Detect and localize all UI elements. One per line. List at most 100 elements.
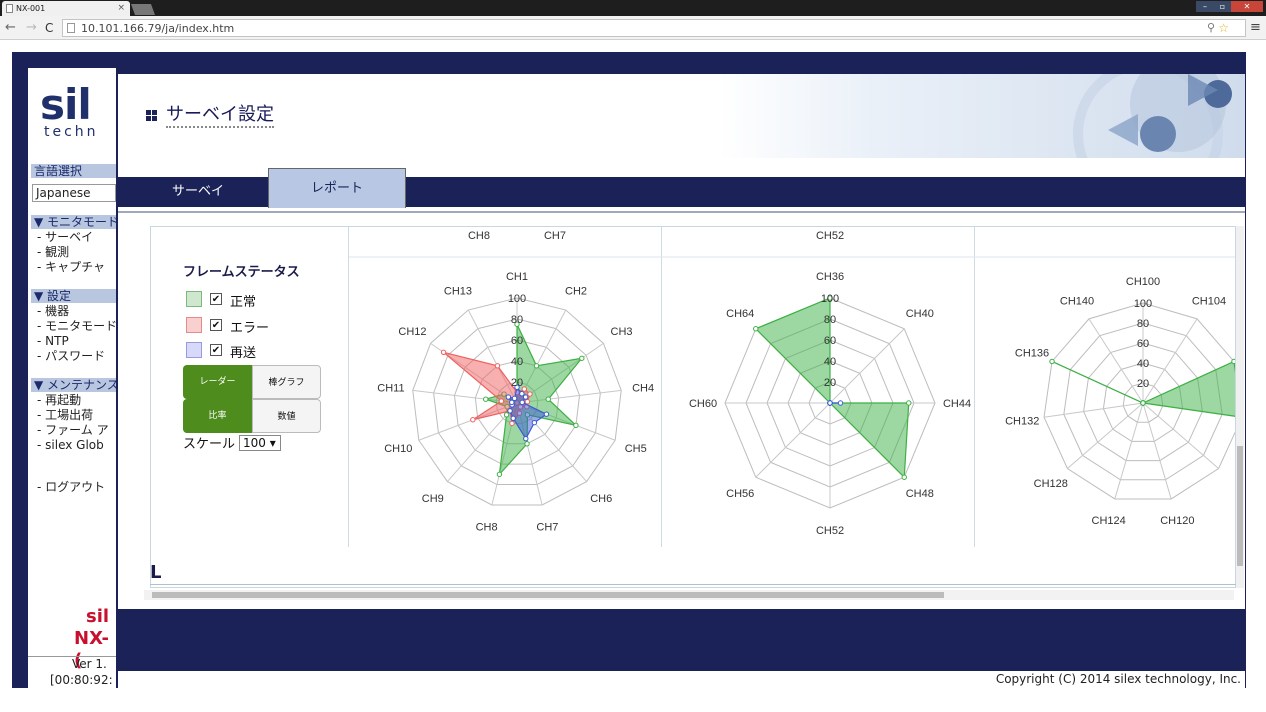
browser-tab[interactable]: NX-001 ×	[2, 1, 130, 16]
sidebar-item-monitor-mode[interactable]: - モニタモード	[37, 319, 116, 333]
data-point	[543, 411, 550, 417]
category-label: CH104	[1192, 295, 1226, 307]
minimize-button[interactable]: –	[1196, 1, 1214, 12]
close-window-button[interactable]: ✕	[1231, 1, 1263, 12]
scale-select[interactable]: 100 ▾	[239, 435, 281, 451]
data-point	[827, 400, 833, 406]
data-point	[522, 394, 529, 400]
radial-tick-label: 100	[821, 293, 839, 305]
bar-graph-button[interactable]: 棒グラフ	[252, 365, 321, 399]
banner-decoration	[1073, 74, 1232, 158]
data-point	[509, 399, 515, 406]
category-label: CH3	[611, 326, 633, 338]
tab-survey[interactable]: サーベイ	[138, 177, 258, 207]
new-tab-button[interactable]	[130, 4, 156, 15]
vertical-scrollbar[interactable]	[1236, 226, 1244, 588]
sidebar-item-reboot[interactable]: - 再起動	[37, 393, 81, 407]
sidebar-item-survey[interactable]: - サーベイ	[37, 230, 93, 244]
settings-heading[interactable]: ▼ 設定	[31, 289, 116, 303]
sidebar-item-factory-reset[interactable]: - 工場出荷	[37, 408, 93, 422]
radar-chart-24ghz: 20 40 60 80 100 CH1 CH2 CH3 CH4 CH5 CH6 CH7 CH8 CH9 CH…	[349, 230, 662, 533]
sidebar-item-observe[interactable]: - 観測	[37, 245, 69, 259]
category-label: CH136	[1015, 347, 1049, 359]
data-point	[573, 422, 579, 429]
data-point	[505, 394, 512, 400]
horizontal-scrollbar[interactable]	[144, 590, 1234, 600]
data-point	[1140, 400, 1146, 406]
category-label: CH11	[377, 383, 404, 395]
browser-titlebar: NX-001 × – ▫ ✕	[0, 0, 1266, 16]
radial-tick-label: 20	[1137, 378, 1149, 390]
data-point	[1049, 358, 1055, 365]
numeric-button[interactable]: 数値	[252, 399, 321, 433]
page-icon	[67, 23, 75, 33]
data-point	[753, 326, 759, 332]
radar-panel-3: 20406080100CH100CH104ClCH120CH124CH128CH…	[975, 227, 1235, 547]
data-point	[524, 399, 531, 405]
page-icon	[6, 4, 13, 13]
radial-tick-label: 100	[1134, 298, 1152, 310]
sidebar-item-logout[interactable]: - ログアウト	[37, 480, 105, 494]
legend-label-retry: 再送	[230, 346, 257, 361]
ratio-button[interactable]: 比率	[183, 399, 252, 433]
radial-tick-label: 60	[824, 335, 836, 347]
prev-row-label: CH7	[544, 230, 566, 242]
grid-icon	[146, 110, 158, 122]
horizontal-scroll-thumb[interactable]	[152, 592, 944, 598]
maintenance-heading[interactable]: ▼ メンテナンス	[31, 378, 116, 392]
back-icon[interactable]: ←	[5, 20, 16, 35]
retry-checkbox[interactable]: ✔	[210, 344, 222, 356]
data-point	[510, 415, 516, 421]
data-point	[509, 420, 515, 427]
reload-icon[interactable]: C	[45, 21, 53, 35]
view-toggle: レーダー 棒グラフ	[183, 365, 321, 399]
data-point	[901, 474, 907, 480]
normal-checkbox[interactable]: ✔	[210, 293, 222, 305]
url-text: 10.101.166.79/ja/index.htm	[81, 22, 235, 35]
category-label: CH8	[476, 521, 498, 533]
silex-logo: sil	[40, 80, 92, 129]
category-label: CH140	[1060, 295, 1094, 307]
vertical-scroll-thumb[interactable]	[1237, 446, 1243, 566]
menu-icon[interactable]: ≡	[1250, 20, 1261, 35]
grid-spoke	[1114, 402, 1144, 500]
data-point	[523, 435, 529, 442]
sidebar-item-capture[interactable]: - キャプチャ	[37, 260, 105, 274]
category-label: CH60	[689, 398, 717, 410]
monitor-mode-heading[interactable]: ▼ モニタモード	[31, 215, 116, 229]
data-point	[494, 363, 501, 369]
radial-tick-label: 100	[508, 293, 526, 305]
grid-spoke	[1142, 402, 1172, 500]
data-point	[906, 400, 912, 406]
sidebar-item-device[interactable]: - 機器	[37, 304, 69, 318]
page-title: サーベイ設定	[166, 104, 274, 128]
forward-icon[interactable]: →	[26, 20, 37, 35]
prev-row-label: CH124	[1088, 227, 1122, 230]
url-input[interactable]: 10.101.166.79/ja/index.htm ⚲ ☆	[62, 19, 1246, 37]
category-label: CH6	[590, 493, 612, 505]
data-point	[440, 349, 447, 356]
radar-button[interactable]: レーダー	[183, 365, 252, 399]
error-checkbox[interactable]: ✔	[210, 319, 222, 331]
data-point	[483, 396, 489, 402]
report-scroll-frame[interactable]: フレームステータス ✔ 正常 ✔ エラー ✔ 再送 レーダー 棒グラフ 比率 数…	[150, 226, 1236, 588]
bookmark-star-icon[interactable]: ☆	[1218, 21, 1229, 35]
legend-label-error: エラー	[230, 321, 270, 336]
radial-tick-label: 80	[511, 314, 523, 326]
data-point	[503, 412, 510, 418]
data-point	[519, 399, 525, 406]
footer-band	[118, 609, 1245, 671]
frame-bottom-line	[150, 584, 1236, 585]
sidebar-item-silex-global[interactable]: - silex Glob	[37, 438, 104, 452]
radial-tick-label: 60	[511, 335, 523, 347]
sidebar-item-ntp[interactable]: - NTP	[37, 334, 69, 348]
address-toolbar: ← → C 10.101.166.79/ja/index.htm ⚲ ☆ ≡	[0, 16, 1266, 40]
maximize-button[interactable]: ▫	[1214, 1, 1231, 12]
tab-close-icon[interactable]: ×	[117, 3, 125, 13]
zoom-icon[interactable]: ⚲	[1207, 21, 1215, 34]
legend-swatch-error	[186, 317, 202, 333]
sidebar-item-password[interactable]: - パスワード	[37, 349, 105, 363]
sidebar-item-firmware[interactable]: - ファーム ア	[37, 423, 109, 437]
language-select[interactable]: Japanese	[32, 184, 116, 202]
tab-report[interactable]: レポート	[268, 168, 406, 208]
